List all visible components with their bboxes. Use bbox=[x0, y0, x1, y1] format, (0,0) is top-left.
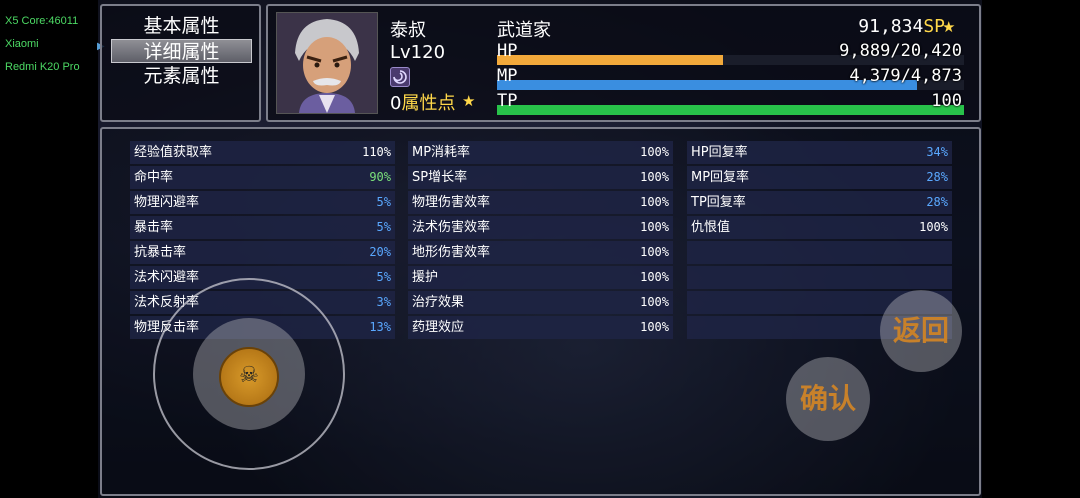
stat-row: 援护 100% bbox=[408, 266, 673, 289]
character-portrait bbox=[276, 12, 378, 114]
hp-value: 9,889/20,420 bbox=[839, 41, 962, 61]
stat-row: 经验值获取率 110% bbox=[130, 141, 395, 164]
stat-value: 100% bbox=[640, 270, 669, 284]
stat-row: 命中率 90% bbox=[130, 166, 395, 189]
stat-value: 110% bbox=[362, 145, 391, 159]
stat-row: 仇恨值 100% bbox=[687, 216, 952, 239]
stat-value: 28% bbox=[926, 195, 948, 209]
back-button[interactable]: 返回 bbox=[880, 290, 962, 372]
device-brand: Xiaomi bbox=[5, 38, 39, 50]
device-model: Redmi K20 Pro bbox=[5, 61, 80, 73]
hp-fill bbox=[497, 55, 724, 65]
attribute-points: 0属性点 bbox=[390, 89, 455, 115]
character-name: 泰叔 bbox=[390, 20, 426, 41]
stat-name: MP消耗率 bbox=[412, 145, 471, 160]
stat-name: HP回复率 bbox=[691, 145, 748, 160]
stat-name: SP增长率 bbox=[412, 170, 468, 185]
stat-row: 暴击率 5% bbox=[130, 216, 395, 239]
menu-item-detail[interactable]: 详细属性 bbox=[111, 39, 252, 63]
sp-star-icon: ★ bbox=[942, 18, 956, 36]
stat-row: 物理闪避率 5% bbox=[130, 191, 395, 214]
character-panel: 泰叔 Lv120 0属性点 ★ 武道家 91,834SP ★ HP 9,889/… bbox=[266, 4, 981, 122]
swirl-state-icon bbox=[390, 67, 410, 87]
stat-name: 经验值获取率 bbox=[134, 145, 213, 160]
stat-name: 仇恨值 bbox=[691, 220, 731, 235]
stat-value: 100% bbox=[640, 195, 669, 209]
skull-icon: ☠ bbox=[239, 363, 259, 388]
stat-row: 地形伤害效率 100% bbox=[408, 241, 673, 264]
tp-track bbox=[497, 105, 964, 115]
stat-value: 34% bbox=[926, 145, 948, 159]
sp-display: 91,834SP bbox=[858, 16, 945, 37]
mp-value: 4,379/4,873 bbox=[849, 66, 962, 86]
hp-bar: HP 9,889/20,420 bbox=[497, 40, 964, 65]
menu-item-element[interactable]: 元素属性 bbox=[111, 64, 252, 88]
stat-name: 抗暴击率 bbox=[134, 245, 187, 260]
stat-row bbox=[687, 241, 952, 264]
stat-row: MP回复率 28% bbox=[687, 166, 952, 189]
stat-row bbox=[687, 266, 952, 289]
tp-bar: TP 100 bbox=[497, 90, 964, 115]
stat-row: 治疗效果 100% bbox=[408, 291, 673, 314]
stat-name: 地形伤害效率 bbox=[412, 245, 491, 260]
tp-fill bbox=[497, 105, 964, 115]
device-core: X5 Core:46011 bbox=[5, 15, 79, 27]
attribute-points-label: 属性点 bbox=[401, 93, 456, 114]
stat-value: 90% bbox=[369, 170, 391, 184]
stat-name: 援护 bbox=[412, 270, 439, 285]
stat-name: 药理效应 bbox=[412, 320, 465, 335]
stat-value: 100% bbox=[640, 220, 669, 234]
menu-item-basic[interactable]: 基本属性 bbox=[111, 14, 252, 38]
stat-name: 物理闪避率 bbox=[134, 195, 200, 210]
stat-value: 13% bbox=[369, 320, 391, 334]
stat-name: 治疗效果 bbox=[412, 295, 465, 310]
stat-value: 100% bbox=[919, 220, 948, 234]
tp-label: TP bbox=[497, 91, 518, 111]
stat-name: TP回复率 bbox=[691, 195, 746, 210]
stat-value: 20% bbox=[369, 245, 391, 259]
stat-value: 100% bbox=[640, 145, 669, 159]
stat-value: 5% bbox=[376, 220, 391, 234]
stat-name: MP回复率 bbox=[691, 170, 750, 185]
character-class: 武道家 bbox=[497, 20, 551, 41]
stat-value: 100% bbox=[640, 170, 669, 184]
stat-name: 物理伤害效率 bbox=[412, 195, 491, 210]
stat-value: 5% bbox=[376, 195, 391, 209]
stat-row: 抗暴击率 20% bbox=[130, 241, 395, 264]
confirm-button[interactable]: 确认 bbox=[786, 357, 870, 441]
stat-row: TP回复率 28% bbox=[687, 191, 952, 214]
stat-value: 28% bbox=[926, 170, 948, 184]
stat-name: 法术伤害效率 bbox=[412, 220, 491, 235]
stat-name: 命中率 bbox=[134, 170, 174, 185]
attribute-menu: 基本属性 详细属性 元素属性 bbox=[100, 4, 261, 122]
stat-row: 物理伤害效率 100% bbox=[408, 191, 673, 214]
stat-row: 法术伤害效率 100% bbox=[408, 216, 673, 239]
stat-name: 法术闪避率 bbox=[134, 270, 200, 285]
stat-value: 5% bbox=[376, 270, 391, 284]
stat-row: MP消耗率 100% bbox=[408, 141, 673, 164]
stat-value: 100% bbox=[640, 320, 669, 334]
stat-value: 3% bbox=[376, 295, 391, 309]
sp-value: 91,834 bbox=[858, 16, 924, 37]
star-icon: ★ bbox=[462, 92, 476, 110]
stat-row: HP回复率 34% bbox=[687, 141, 952, 164]
stat-value: 100% bbox=[640, 295, 669, 309]
character-level: Lv120 bbox=[390, 42, 446, 63]
device-info: X5 Core:46011 Xiaomi Redmi K20 Pro bbox=[5, 10, 80, 79]
attribute-points-value: 0 bbox=[390, 93, 402, 114]
stats-column-2: MP消耗率 100% SP增长率 100% 物理伤害效率 100% 法术伤害效率 100% 地形… bbox=[408, 141, 673, 341]
mp-bar: MP 4,379/4,873 bbox=[497, 65, 964, 90]
stat-row: SP增长率 100% bbox=[408, 166, 673, 189]
tp-value: 100 bbox=[931, 91, 962, 111]
stat-name: 暴击率 bbox=[134, 220, 174, 235]
hp-label: HP bbox=[497, 41, 518, 61]
mp-label: MP bbox=[497, 66, 518, 86]
stat-value: 100% bbox=[640, 245, 669, 259]
stat-row: 药理效应 100% bbox=[408, 316, 673, 339]
